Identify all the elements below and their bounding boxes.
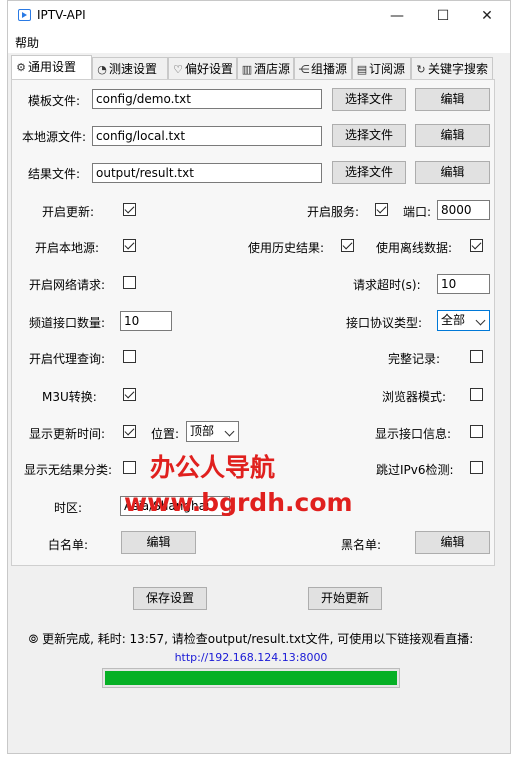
browser-mode-checkbox[interactable] bbox=[470, 388, 483, 401]
tab-preference-label: 偏好设置 bbox=[185, 62, 234, 76]
window-title: IPTV-API bbox=[37, 8, 86, 22]
local-edit-button[interactable]: 编辑 bbox=[415, 124, 490, 147]
full-log-label: 完整记录: bbox=[388, 352, 441, 366]
port-input[interactable]: 8000 bbox=[437, 200, 490, 220]
open-proxy-checkbox[interactable] bbox=[123, 350, 136, 363]
protocol-type-select[interactable]: 全部 bbox=[437, 310, 490, 331]
skip-ipv6-label: 跳过IPv6检测: bbox=[376, 463, 454, 477]
template-choose-file-button[interactable]: 选择文件 bbox=[332, 88, 406, 111]
chevron-down-icon bbox=[224, 426, 235, 437]
position-value: 顶部 bbox=[190, 424, 215, 438]
whitelist-label: 白名单: bbox=[48, 538, 89, 552]
m3u-checkbox[interactable] bbox=[123, 388, 136, 401]
channel-count-label: 频道接口数量: bbox=[29, 316, 106, 330]
skip-ipv6-checkbox[interactable] bbox=[470, 461, 483, 474]
heart-icon: ♡ bbox=[173, 63, 183, 76]
result-file-label: 结果文件: bbox=[28, 167, 81, 181]
blacklist-label: 黑名单: bbox=[341, 538, 382, 552]
subscribe-icon: ▤ bbox=[356, 63, 368, 76]
tab-keyword-search-label: 关键字搜索 bbox=[428, 62, 489, 76]
timezone-label: 时区: bbox=[54, 501, 83, 515]
menu-help[interactable]: 帮助 bbox=[15, 34, 39, 51]
open-request-checkbox[interactable] bbox=[123, 276, 136, 289]
open-proxy-label: 开启代理查询: bbox=[29, 352, 106, 366]
show-update-time-checkbox[interactable] bbox=[123, 425, 136, 438]
port-label: 端口: bbox=[403, 205, 432, 219]
show-url-info-label: 显示接口信息: bbox=[375, 427, 452, 441]
open-update-label: 开启更新: bbox=[42, 205, 95, 219]
protocol-type-value: 全部 bbox=[441, 313, 466, 327]
result-file-input[interactable]: output/result.txt bbox=[92, 163, 322, 183]
position-select[interactable]: 顶部 bbox=[186, 421, 239, 442]
tab-subscribe-label: 订阅源 bbox=[369, 62, 406, 76]
building-icon: ▥ bbox=[241, 63, 253, 76]
network-icon: ⋲ bbox=[298, 63, 310, 76]
watermark-url: www.bgrdh.com bbox=[124, 488, 353, 517]
tab-speed[interactable]: ◔ 测速设置 bbox=[92, 57, 168, 79]
tab-speed-label: 测速设置 bbox=[109, 62, 158, 76]
result-edit-button[interactable]: 编辑 bbox=[415, 161, 490, 184]
template-edit-button[interactable]: 编辑 bbox=[415, 88, 490, 111]
position-label: 位置: bbox=[151, 427, 180, 441]
live-url-link[interactable]: http://192.168.124.13:8000 bbox=[0, 651, 502, 664]
watermark-text: 办公人导航 bbox=[150, 453, 276, 482]
minimize-button[interactable]: — bbox=[374, 1, 420, 31]
request-timeout-input[interactable]: 10 bbox=[437, 274, 490, 294]
template-file-input[interactable]: config/demo.txt bbox=[92, 89, 322, 109]
result-choose-file-button[interactable]: 选择文件 bbox=[332, 161, 406, 184]
tab-preference[interactable]: ♡ 偏好设置 bbox=[168, 57, 237, 79]
tv-icon bbox=[18, 9, 31, 21]
tab-general-label: 通用设置 bbox=[28, 60, 77, 74]
show-no-result-checkbox[interactable] bbox=[123, 461, 136, 474]
open-service-checkbox[interactable] bbox=[375, 203, 388, 216]
open-service-label: 开启服务: bbox=[307, 205, 360, 219]
gear-icon: ⚙ bbox=[16, 61, 26, 74]
full-log-checkbox[interactable] bbox=[470, 350, 483, 363]
tab-hotel-label: 酒店源 bbox=[254, 62, 291, 76]
tab-keyword-search[interactable]: ↻ 关键字搜索 bbox=[411, 57, 493, 79]
request-timeout-label: 请求超时(s): bbox=[353, 278, 421, 292]
protocol-type-label: 接口协议类型: bbox=[346, 316, 423, 330]
progress-fill bbox=[105, 671, 397, 685]
tab-general[interactable]: ⚙ 通用设置 bbox=[11, 55, 92, 79]
tab-multicast[interactable]: ⋲ 组播源 bbox=[294, 57, 352, 79]
open-local-label: 开启本地源: bbox=[35, 241, 100, 255]
show-no-result-label: 显示无结果分类: bbox=[24, 463, 113, 477]
tab-multicast-label: 组播源 bbox=[311, 62, 348, 76]
menu-bar: 帮助 bbox=[8, 31, 510, 53]
chevron-down-icon bbox=[475, 315, 486, 326]
tab-hotel[interactable]: ▥ 酒店源 bbox=[237, 57, 294, 79]
maximize-button[interactable]: ☐ bbox=[420, 1, 466, 31]
start-update-button[interactable]: 开始更新 bbox=[308, 587, 382, 610]
check-circle-icon: ⦾ bbox=[28, 632, 43, 646]
blacklist-edit-button[interactable]: 编辑 bbox=[415, 531, 490, 554]
use-offline-label: 使用离线数据: bbox=[376, 241, 453, 255]
status-text: 更新完成, 耗时: 13:57, 请检查output/result.txt文件,… bbox=[42, 632, 474, 646]
browser-mode-label: 浏览器模式: bbox=[382, 390, 447, 404]
speed-icon: ◔ bbox=[97, 63, 107, 76]
show-url-info-checkbox[interactable] bbox=[470, 425, 483, 438]
close-button[interactable]: ✕ bbox=[464, 1, 510, 31]
title-bar: IPTV-API — ☐ ✕ bbox=[8, 1, 510, 31]
open-local-checkbox[interactable] bbox=[123, 239, 136, 252]
m3u-label: M3U转换: bbox=[42, 390, 97, 404]
progress-bar bbox=[102, 668, 400, 688]
channel-count-input[interactable]: 10 bbox=[120, 311, 172, 331]
open-request-label: 开启网络请求: bbox=[29, 278, 106, 292]
local-file-input[interactable]: config/local.txt bbox=[92, 126, 322, 146]
use-history-label: 使用历史结果: bbox=[248, 241, 325, 255]
tab-subscribe[interactable]: ▤ 订阅源 bbox=[352, 57, 411, 79]
use-offline-checkbox[interactable] bbox=[470, 239, 483, 252]
whitelist-edit-button[interactable]: 编辑 bbox=[121, 531, 196, 554]
refresh-search-icon: ↻ bbox=[416, 63, 426, 76]
show-update-time-label: 显示更新时间: bbox=[29, 427, 106, 441]
use-history-checkbox[interactable] bbox=[341, 239, 354, 252]
local-file-label: 本地源文件: bbox=[22, 130, 87, 144]
save-settings-button[interactable]: 保存设置 bbox=[133, 587, 207, 610]
open-update-checkbox[interactable] bbox=[123, 203, 136, 216]
local-choose-file-button[interactable]: 选择文件 bbox=[332, 124, 406, 147]
status-message: ⦾ 更新完成, 耗时: 13:57, 请检查output/result.txt文… bbox=[0, 630, 502, 647]
template-file-label: 模板文件: bbox=[28, 94, 81, 108]
